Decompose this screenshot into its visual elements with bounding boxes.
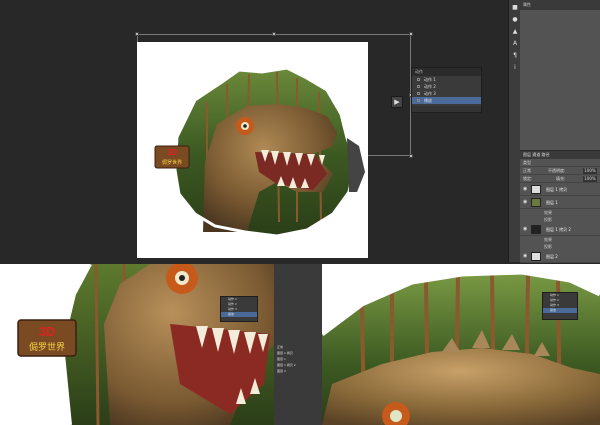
layer-thumbnail: [531, 225, 541, 234]
actions-panel-title: 动作: [412, 68, 481, 76]
action-label: 播放: [424, 98, 432, 103]
layer-filter-row[interactable]: 类型: [520, 159, 600, 167]
info-icon[interactable]: i: [511, 64, 519, 72]
transform-handle[interactable]: [135, 32, 139, 36]
zoomed-forest-artwork: [322, 264, 600, 425]
actions-panel-mini: 动作 1 动作 2 动作 3 播放: [220, 296, 258, 322]
zoom-view-left: 3D 侷罗世界 动作 1 动作 2 动作 3 播放: [0, 264, 274, 425]
layer-name: 图层 1 拷贝: [546, 187, 568, 192]
lock-fill-row[interactable]: 锁定: 填充: 100%: [520, 175, 600, 183]
actions-panel-mini: 动作 1 动作 2 动作 3 播放: [542, 292, 578, 320]
transform-handle[interactable]: [272, 32, 276, 36]
action-item-selected[interactable]: 播放: [412, 97, 481, 104]
3d-world-logo: 3D 侷罗世界: [17, 319, 77, 357]
action-label: 动作 1: [424, 77, 436, 82]
checkbox-icon: [417, 78, 420, 81]
brush-icon[interactable]: ●: [511, 16, 519, 24]
kind-filter-label: 类型: [523, 160, 531, 165]
play-action-button[interactable]: ▶: [391, 96, 403, 108]
properties-panel-body: [520, 10, 600, 150]
eye-icon[interactable]: ◉: [523, 250, 527, 263]
swatches-icon[interactable]: ▲: [511, 28, 519, 36]
paragraph-icon[interactable]: ¶: [511, 52, 519, 60]
layer-row[interactable]: ◉ 图层 1 拷贝 2: [520, 223, 600, 236]
layer-thumbnail: [531, 185, 541, 194]
character-icon[interactable]: A: [511, 40, 519, 48]
layers-panel: 图层 通道 路径 类型 正常 不透明度: 100% 锁定: 填充: 100% ◉…: [520, 150, 600, 263]
opacity-input[interactable]: 100%: [583, 168, 597, 174]
actions-panel: 动作 动作 1 动作 2 动作 3 播放: [411, 67, 482, 113]
action-label: 动作 3: [424, 91, 436, 96]
eye-icon[interactable]: ◉: [523, 183, 527, 196]
logo-text: 侷罗世界: [162, 159, 182, 166]
action-label: 动作 2: [424, 84, 436, 89]
action-item[interactable]: 动作 2: [412, 83, 481, 90]
fill-label: 填充:: [556, 176, 566, 181]
layer-effect-drop-shadow[interactable]: 投影: [520, 243, 600, 250]
eye-icon[interactable]: ◉: [523, 196, 527, 209]
logo-badge: 3D: [167, 148, 177, 157]
lock-label: 锁定:: [523, 176, 533, 181]
history-icon[interactable]: ■: [511, 4, 519, 12]
layer-thumbnail: [531, 198, 541, 207]
opacity-label: 不透明度:: [548, 168, 566, 173]
layer-row[interactable]: ◉ 图层 2: [520, 250, 600, 263]
actions-panel-footer: [412, 106, 481, 112]
panel-icon-strip: ■ ● ▲ A ¶ i: [508, 0, 520, 262]
action-item[interactable]: 动作 3: [412, 90, 481, 97]
checkbox-icon: [417, 99, 420, 102]
layer-effects[interactable]: 效果: [520, 209, 600, 216]
properties-panel-title: 属性: [520, 0, 600, 10]
blend-mode-select[interactable]: 正常: [523, 168, 531, 173]
eye-icon[interactable]: ◉: [523, 223, 527, 236]
action-item[interactable]: 动作 1: [412, 76, 481, 83]
action-item-selected[interactable]: 播放: [221, 312, 257, 317]
zoomed-dinosaur-artwork: 3D 侷罗世界: [17, 264, 274, 425]
photoshop-top-window: 3D 侷罗世界 ▶ 动作 动作 1 动作 2 动作 3 播放 ■ ● ▲ A ¶…: [0, 0, 600, 263]
canvas-area[interactable]: 3D 侷罗世界 ▶ 动作 动作 1 动作 2 动作 3 播放: [0, 0, 505, 262]
blend-mode-row[interactable]: 正常 不透明度: 100%: [520, 167, 600, 175]
logo-text: 侷罗世界: [29, 341, 65, 353]
zoom-view-layers-strip: 正常 图层 1 拷贝 图层 1 图层 1 拷贝 2 图层 2: [274, 264, 322, 425]
layer-row[interactable]: ◉ 图层 1 拷贝: [520, 183, 600, 196]
layer-thumbnail: [531, 252, 541, 261]
checkbox-icon: [417, 92, 420, 95]
action-item-selected[interactable]: 播放: [543, 308, 577, 313]
layer-name: 图层 1 拷贝 2: [546, 227, 571, 232]
3d-world-logo: 3D 侷罗世界: [154, 145, 190, 169]
layer-effect-drop-shadow[interactable]: 投影: [520, 216, 600, 223]
checkbox-icon: [417, 85, 420, 88]
logo-badge: 3D: [39, 324, 56, 339]
layer-name: 图层 1: [546, 200, 558, 205]
document-canvas[interactable]: 3D 侷罗世界: [137, 42, 368, 258]
fill-input[interactable]: 100%: [583, 176, 597, 182]
transform-handle[interactable]: [409, 154, 413, 158]
layer-name: 图层 2: [546, 254, 558, 259]
layers-panel-tabs[interactable]: 图层 通道 路径: [520, 151, 600, 159]
layer-name[interactable]: 图层 2: [274, 368, 322, 374]
transform-handle[interactable]: [409, 32, 413, 36]
dinosaur-artwork: 3D 侷罗世界: [154, 66, 365, 238]
photoshop-workspace: 3D 侷罗世界 ▶ 动作 动作 1 动作 2 动作 3 播放 ■ ● ▲ A ¶…: [0, 0, 600, 425]
layer-row[interactable]: ◉ 图层 1: [520, 196, 600, 209]
layer-effects[interactable]: 效果: [520, 236, 600, 243]
zoom-view-right: 动作 1 动作 2 动作 3 播放: [322, 264, 600, 425]
